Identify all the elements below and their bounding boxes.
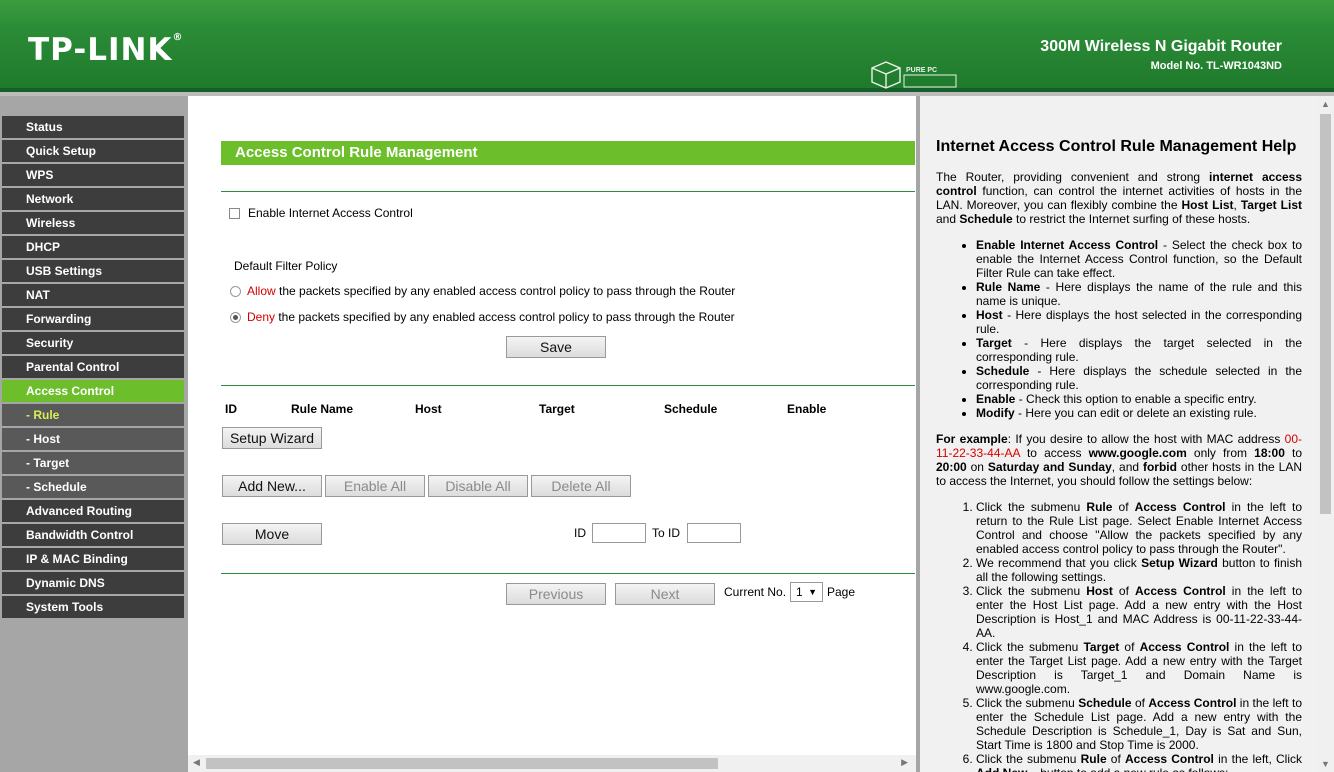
current-no-label: Current No. [724, 585, 787, 599]
deny-text: the packets specified by any enabled acc… [275, 310, 735, 324]
help-content: Internet Access Control Rule Management … [936, 138, 1302, 772]
divider-middle [221, 385, 915, 386]
enable-access-control-label: Enable Internet Access Control [248, 206, 413, 220]
list-item: Modify - Here you can edit or delete an … [976, 406, 1302, 420]
tp-link-logo: TP-LINK® [28, 32, 184, 68]
sidebar-menu: Status Quick Setup WPS Network Wireless … [2, 116, 184, 620]
header-banner: TP-LINK® PURE PC 300M Wireless N Gigabit… [0, 0, 1334, 109]
list-item: Click the submenu Rule of Access Control… [976, 500, 1302, 556]
help-vertical-scrollbar[interactable]: ▲ ▼ [1317, 96, 1334, 772]
sidebar-item-forwarding[interactable]: Forwarding [2, 308, 184, 330]
sidebar-item-advanced-routing[interactable]: Advanced Routing [2, 500, 184, 522]
page-label: Page [827, 585, 856, 599]
scroll-up-icon[interactable]: ▲ [1321, 99, 1330, 109]
column-header-rule-name: Rule Name [291, 402, 354, 416]
list-item: Host - Here displays the host selected i… [976, 308, 1302, 336]
sidebar-item-network[interactable]: Network [2, 188, 184, 210]
svg-text:PURE PC: PURE PC [906, 67, 937, 74]
column-header-schedule: Schedule [664, 402, 718, 416]
delete-all-button[interactable]: Delete All [531, 475, 631, 497]
sidebar-item-parental-control[interactable]: Parental Control [2, 356, 184, 378]
policy-heading: Default Filter Policy [234, 259, 338, 273]
deny-policy-row: Deny the packets specified by any enable… [230, 310, 735, 324]
sidebar-subitem-host[interactable]: - Host [2, 428, 184, 450]
allow-policy-row: Allow the packets specified by any enabl… [230, 284, 735, 298]
enable-access-control-checkbox[interactable] [229, 208, 240, 219]
move-button[interactable]: Move [222, 523, 322, 545]
list-item: Target - Here displays the target select… [976, 336, 1302, 364]
scroll-left-icon[interactable]: ◀ [193, 757, 200, 768]
product-name: 300M Wireless N Gigabit Router [1040, 38, 1282, 55]
list-item: Click the submenu Rule of Access Control… [976, 752, 1302, 772]
sidebar-subitem-schedule[interactable]: - Schedule [2, 476, 184, 498]
sidebar-item-wps[interactable]: WPS [2, 164, 184, 186]
deny-radio[interactable] [230, 312, 241, 323]
sidebar-item-system-tools[interactable]: System Tools [2, 596, 184, 618]
list-item: Enable Internet Access Control - Select … [976, 238, 1302, 280]
enable-access-control-row: Enable Internet Access Control [229, 206, 413, 220]
column-header-host: Host [415, 402, 442, 416]
page-title: Access Control Rule Management [221, 141, 915, 165]
page-select-value: 1 [796, 585, 803, 599]
previous-button[interactable]: Previous [506, 583, 606, 605]
sidebar-item-access-control[interactable]: Access Control [2, 380, 184, 402]
move-from-id-input[interactable] [592, 523, 646, 543]
enable-all-button[interactable]: Enable All [325, 475, 425, 497]
sidebar-item-dynamic-dns[interactable]: Dynamic DNS [2, 572, 184, 594]
column-header-id: ID [225, 402, 237, 416]
help-panel: Internet Access Control Rule Management … [920, 96, 1334, 772]
scroll-down-icon[interactable]: ▼ [1321, 759, 1330, 769]
main-horizontal-scrollbar[interactable]: ◀ ▶ [188, 755, 918, 772]
allow-radio[interactable] [230, 286, 241, 297]
sidebar-item-quick-setup[interactable]: Quick Setup [2, 140, 184, 162]
main-content: Access Control Rule Management Enable In… [188, 96, 918, 772]
list-item: Schedule - Here displays the schedule se… [976, 364, 1302, 392]
scroll-right-icon[interactable]: ▶ [901, 757, 908, 768]
column-header-target: Target [539, 402, 575, 416]
sidebar-item-status[interactable]: Status [2, 116, 184, 138]
column-header-enable: Enable [787, 402, 827, 416]
help-example: For example: If you desire to allow the … [936, 432, 1303, 488]
sidebar-item-wireless[interactable]: Wireless [2, 212, 184, 234]
list-item: We recommend that you click Setup Wizard… [976, 556, 1302, 584]
list-item: Click the submenu Target of Access Contr… [976, 640, 1302, 696]
sidebar: Status Quick Setup WPS Network Wireless … [0, 96, 188, 772]
move-to-id-input[interactable] [687, 523, 741, 543]
sidebar-item-dhcp[interactable]: DHCP [2, 236, 184, 258]
setup-wizard-button[interactable]: Setup Wizard [222, 427, 322, 449]
help-scroll-thumb[interactable] [1320, 114, 1331, 514]
next-button[interactable]: Next [615, 583, 715, 605]
sidebar-subitem-target[interactable]: - Target [2, 452, 184, 474]
help-bullet-list: Enable Internet Access Control - Select … [976, 238, 1302, 420]
disable-all-button[interactable]: Disable All [428, 475, 528, 497]
add-new-button[interactable]: Add New... [222, 475, 322, 497]
sidebar-item-ip-mac-binding[interactable]: IP & MAC Binding [2, 548, 184, 570]
list-item: Click the submenu Schedule of Access Con… [976, 696, 1302, 752]
model-number: Model No. TL-WR1043ND [1150, 60, 1282, 72]
sidebar-item-nat[interactable]: NAT [2, 284, 184, 306]
chevron-down-icon: ▼ [808, 587, 817, 597]
list-item: Enable - Check this option to enable a s… [976, 392, 1302, 406]
help-steps-list: Click the submenu Rule of Access Control… [976, 500, 1302, 772]
sidebar-item-usb-settings[interactable]: USB Settings [2, 260, 184, 282]
page-select[interactable]: 1 ▼ [790, 582, 823, 602]
divider-bottom [221, 573, 915, 574]
help-intro: The Router, providing convenient and str… [936, 170, 1303, 226]
save-button[interactable]: Save [506, 336, 606, 358]
help-title: Internet Access Control Rule Management … [936, 138, 1297, 155]
sidebar-item-bandwidth-control[interactable]: Bandwidth Control [2, 524, 184, 546]
allow-text: the packets specified by any enabled acc… [275, 284, 736, 298]
sidebar-item-security[interactable]: Security [2, 332, 184, 354]
move-id-label: ID [574, 526, 586, 540]
sidebar-subitem-rule[interactable]: - Rule [2, 404, 184, 426]
allow-word: Allow [247, 284, 276, 298]
list-item: Rule Name - Here displays the name of th… [976, 280, 1302, 308]
divider-top [221, 191, 915, 192]
main-scroll-thumb[interactable] [206, 758, 718, 769]
move-to-id-label: To ID [652, 526, 681, 540]
list-item: Click the submenu Host of Access Control… [976, 584, 1302, 640]
deny-word: Deny [247, 310, 276, 324]
